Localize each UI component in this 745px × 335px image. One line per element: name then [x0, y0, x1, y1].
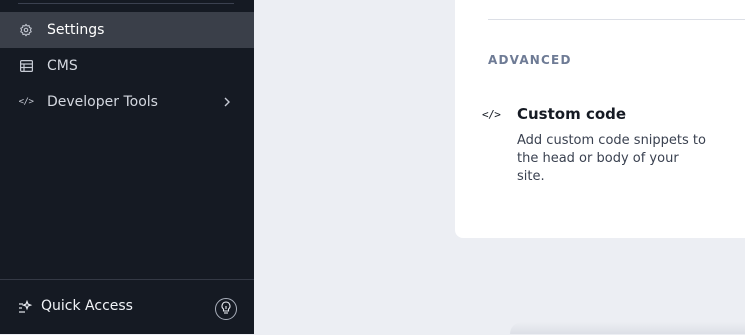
sidebar-item-label: Settings	[47, 22, 105, 38]
quick-access-label: Quick Access	[41, 298, 133, 314]
sidebar-item-label: Developer Tools	[47, 94, 158, 110]
section-title: ADVANCED	[488, 53, 572, 67]
sidebar-footer: Quick Access	[0, 279, 254, 335]
code-icon: </>	[18, 97, 34, 107]
sidebar-item-label: CMS	[47, 58, 78, 74]
chevron-right-icon	[220, 95, 234, 109]
table-icon	[18, 58, 34, 74]
code-icon: </>	[482, 108, 501, 121]
custom-code-description: Add custom code snippets to the head or …	[517, 133, 706, 184]
settings-card: ADVANCED </> Custom code Add custom code…	[455, 0, 745, 238]
custom-code-item[interactable]: </> Custom code Add custom code snippets…	[455, 100, 745, 190]
sparkle-list-icon	[18, 299, 34, 316]
panel-shadow	[510, 322, 745, 334]
custom-code-title: Custom code	[517, 105, 627, 123]
divider	[488, 19, 745, 20]
sidebar: Settings CMS </> Developer Tools Quick A…	[0, 0, 254, 334]
sidebar-item-settings[interactable]: Settings	[0, 12, 254, 48]
sidebar-item-developer-tools[interactable]: </> Developer Tools	[0, 84, 254, 120]
sidebar-item-cms[interactable]: CMS	[0, 48, 254, 84]
lightbulb-icon	[220, 300, 232, 319]
gear-icon	[18, 22, 34, 38]
sidebar-divider	[18, 3, 234, 4]
lightbulb-button[interactable]	[215, 298, 237, 320]
